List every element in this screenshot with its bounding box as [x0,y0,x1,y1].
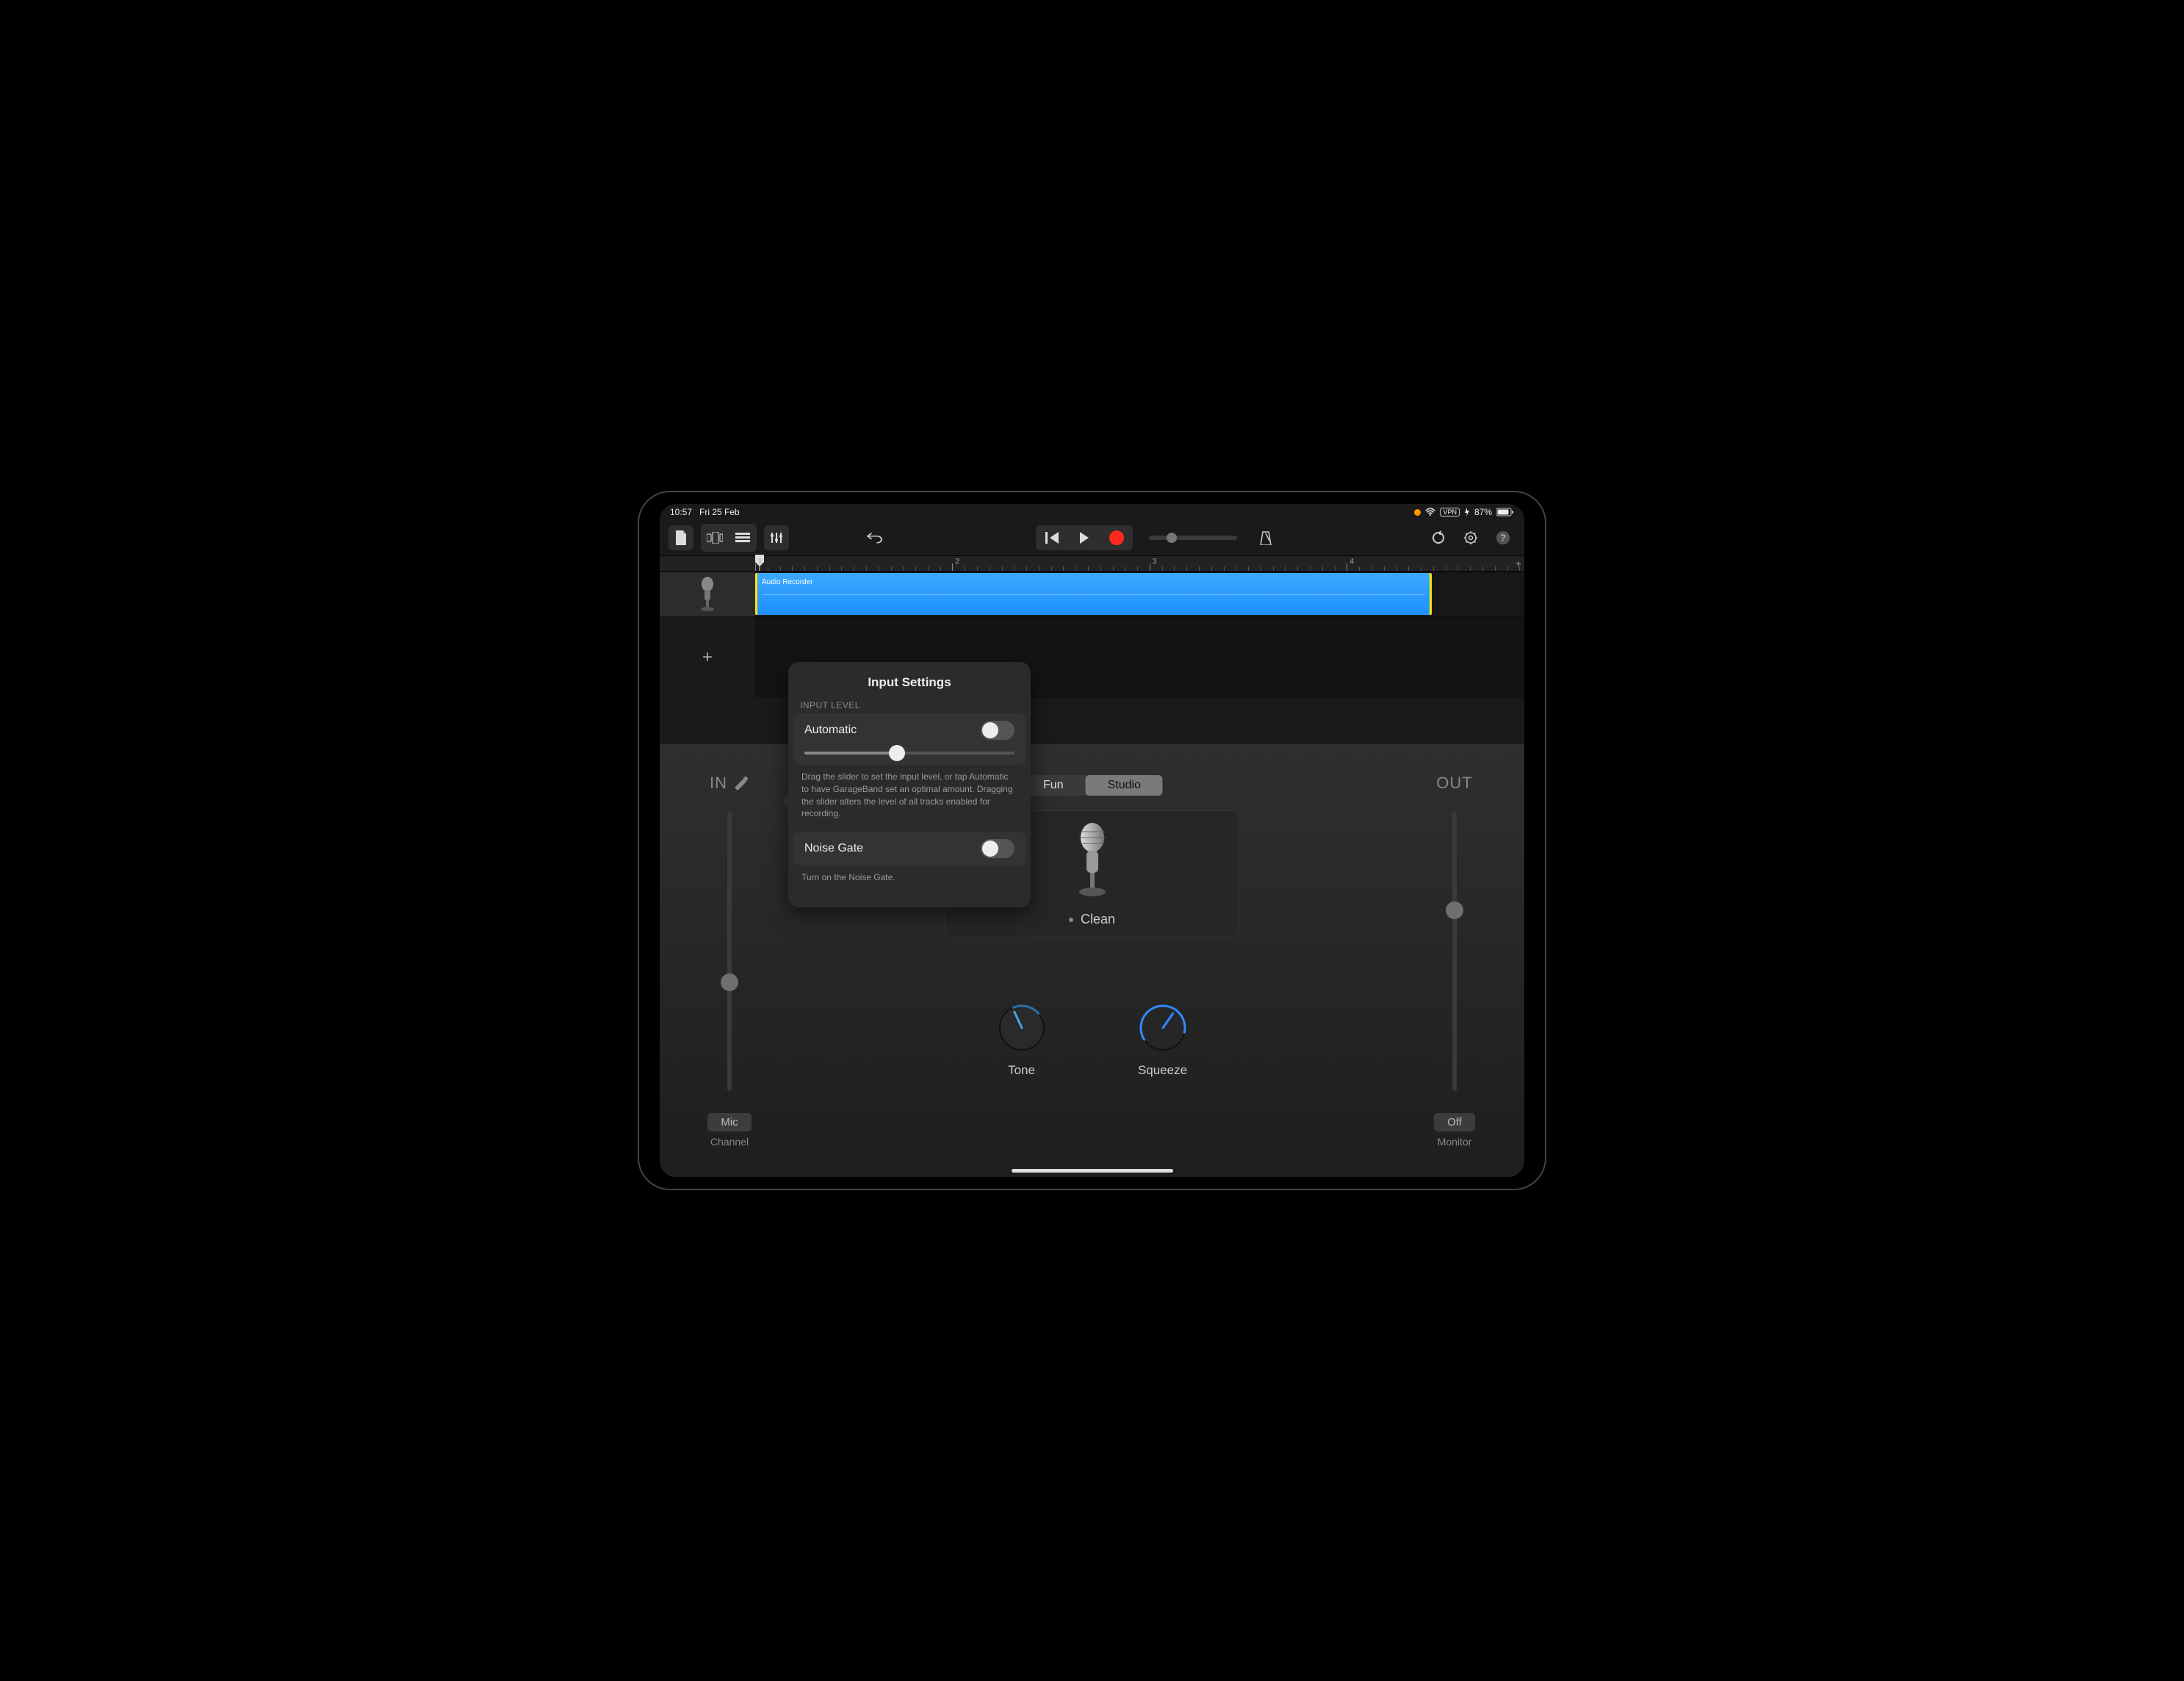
vpn-badge: VPN [1440,508,1460,516]
popover-title: Input Settings [788,675,1031,690]
wifi-icon [1425,508,1435,516]
home-indicator[interactable] [1012,1169,1173,1173]
segment-fun[interactable]: Fun [1021,775,1086,796]
input-level-section-header: INPUT LEVEL [788,700,1031,710]
status-date: Fri 25 Feb [699,507,740,517]
track-row: Audio Recorder [660,572,1524,617]
timeline-ruler[interactable]: + 1 2 3 4 [755,556,1524,571]
microphone-icon [696,577,718,612]
browser-view-button[interactable] [702,525,727,550]
status-bar: 10:57 Fri 25 Feb VPN 87% [660,504,1524,520]
noise-gate-toggle[interactable] [981,839,1014,858]
knobs-row: Tone Squeeze [995,1001,1189,1078]
output-column: OUT Off Monitor [1414,774,1495,1148]
input-level-slider-row [793,747,1026,765]
record-button[interactable] [1100,525,1133,550]
settings-button[interactable] [1458,525,1483,550]
battery-icon [1496,508,1514,516]
transport-controls [1036,525,1133,550]
status-time: 10:57 [670,507,692,517]
monitor-label: Monitor [1438,1136,1472,1148]
input-level-thumb[interactable] [721,973,738,991]
popover-arrow [782,794,789,809]
noise-gate-label: Noise Gate [804,842,863,855]
squeeze-knob[interactable]: Squeeze [1136,1001,1189,1078]
metronome-button[interactable] [1253,525,1278,550]
preset-name: Clean [1069,912,1115,927]
noise-gate-help: Turn on the Noise Gate. [788,865,1031,896]
input-column: IN Mic Channel [689,774,770,1148]
svg-text:?: ? [1501,533,1506,543]
squeeze-label: Squeeze [1138,1063,1187,1078]
output-level-vslider[interactable] [1452,812,1457,1091]
ruler-bar: 4 [1349,558,1354,566]
ipad-frame: 10:57 Fri 25 Feb VPN 87% [638,491,1546,1190]
monitor-button[interactable]: Off [1434,1113,1475,1131]
ruler-bar: 1 [758,558,763,566]
toolbar: ? [660,520,1524,555]
out-label: OUT [1436,774,1472,793]
track-lane[interactable]: Audio Recorder [755,572,1524,617]
region-label: Audio Recorder [762,578,812,586]
input-level-hslider[interactable] [804,752,1014,755]
in-label: IN [710,774,727,793]
screen: 10:57 Fri 25 Feb VPN 87% [660,504,1524,1177]
channel-label: Channel [710,1136,749,1148]
noise-gate-row: Noise Gate [793,832,1026,865]
ruler-bar: 3 [1153,558,1157,566]
segment-studio[interactable]: Studio [1086,775,1163,796]
waveform [762,594,1425,595]
ruler-bar: 2 [955,558,959,566]
help-button[interactable]: ? [1491,525,1516,550]
charging-icon [1464,508,1470,516]
output-level-thumb[interactable] [1446,901,1463,919]
channel-button[interactable]: Mic [707,1113,751,1131]
track-header[interactable] [660,572,755,617]
automatic-label: Automatic [804,724,857,737]
add-track-button[interactable]: + [660,617,755,698]
battery-pct: 87% [1474,507,1492,517]
automatic-toggle[interactable] [981,721,1014,740]
go-to-start-button[interactable] [1036,525,1068,550]
input-level-help: Drag the slider to set the input level, … [788,765,1031,832]
input-settings-popover: Input Settings INPUT LEVEL Automatic Dra… [788,662,1031,907]
tone-label: Tone [1008,1063,1035,1078]
input-level-thumb[interactable] [889,745,905,761]
undo-button[interactable] [862,525,887,550]
track-controls-button[interactable] [764,525,789,550]
my-songs-button[interactable] [668,525,693,550]
audio-region[interactable]: Audio Recorder [755,573,1432,615]
master-volume-slider[interactable] [1149,536,1237,540]
loop-browser-button[interactable] [1426,525,1451,550]
input-level-vslider[interactable] [727,812,732,1091]
play-button[interactable] [1068,525,1100,550]
tone-knob[interactable]: Tone [995,1001,1048,1078]
recording-indicator-dot [1414,509,1421,516]
add-section-button[interactable]: + [1516,558,1521,569]
input-settings-icon[interactable] [733,775,749,791]
preset-category-segments: FunStudio [1021,775,1163,796]
tracks-view-button[interactable] [730,525,755,550]
master-volume-thumb[interactable] [1167,533,1177,543]
automatic-row: Automatic [793,713,1026,747]
preset-mic-icon [1070,821,1114,902]
timeline-ruler-row: + 1 2 3 4 [660,555,1524,572]
